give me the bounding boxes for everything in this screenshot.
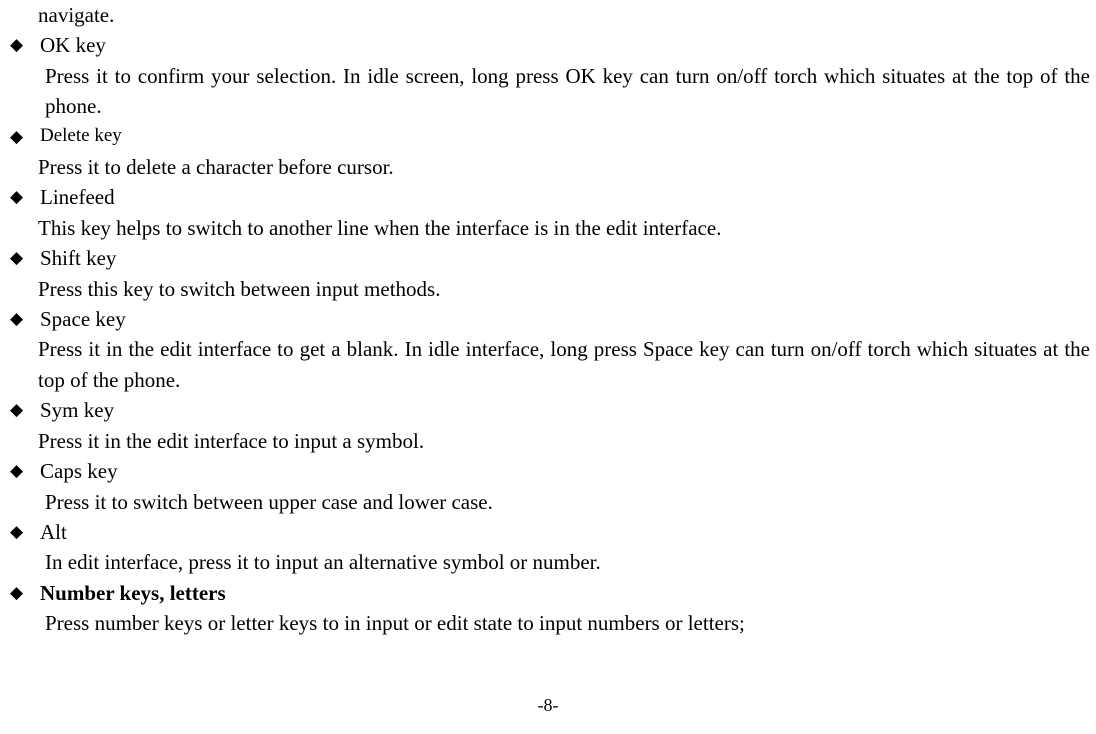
- diamond-icon: ◆: [8, 243, 40, 273]
- diamond-icon: ◆: [8, 30, 40, 60]
- bullet-description: Press this key to switch between input m…: [38, 274, 1090, 304]
- bullet-item: ◆OK key: [8, 30, 1092, 60]
- bullet-item: ◆Number keys, letters: [8, 578, 1092, 608]
- bullet-item: ◆Linefeed: [8, 182, 1092, 212]
- bullet-heading: Number keys, letters: [40, 578, 1092, 608]
- diamond-icon: ◆: [8, 395, 40, 425]
- bullet-item: ◆Alt: [8, 517, 1092, 547]
- bullet-description: Press it to delete a character before cu…: [38, 152, 1090, 182]
- bullet-list: ◆OK keyPress it to confirm your selectio…: [8, 30, 1092, 638]
- bullet-heading: Space key: [40, 304, 1092, 334]
- bullet-heading: Alt: [40, 517, 1092, 547]
- bullet-item: ◆Shift key: [8, 243, 1092, 273]
- bullet-heading: Linefeed: [40, 182, 1092, 212]
- bullet-item: ◆Space key: [8, 304, 1092, 334]
- document-page: navigate. ◆OK keyPress it to confirm you…: [0, 0, 1096, 639]
- diamond-icon: ◆: [8, 456, 40, 486]
- bullet-description: This key helps to switch to another line…: [38, 213, 1090, 243]
- diamond-icon: ◆: [8, 182, 40, 212]
- bullet-item: ◆Caps key: [8, 456, 1092, 486]
- page-number: -8-: [0, 692, 1096, 718]
- bullet-heading: Delete key: [40, 122, 1092, 150]
- bullet-heading: Sym key: [40, 395, 1092, 425]
- bullet-description: Press it to switch between upper case an…: [45, 487, 1090, 517]
- bullet-description: Press it to confirm your selection. In i…: [45, 61, 1090, 122]
- diamond-icon: ◆: [8, 578, 40, 608]
- bullet-heading: OK key: [40, 30, 1092, 60]
- diamond-icon: ◆: [8, 122, 40, 152]
- bullet-heading: Caps key: [40, 456, 1092, 486]
- bullet-heading: Shift key: [40, 243, 1092, 273]
- bullet-description: Press number keys or letter keys to in i…: [45, 608, 1090, 638]
- diamond-icon: ◆: [8, 304, 40, 334]
- bullet-item: ◆Sym key: [8, 395, 1092, 425]
- diamond-icon: ◆: [8, 517, 40, 547]
- bullet-item: ◆Delete key: [8, 122, 1092, 152]
- prev-line-fragment: navigate.: [38, 0, 1092, 30]
- bullet-description: Press it in the edit interface to input …: [38, 426, 1090, 456]
- bullet-description: In edit interface, press it to input an …: [45, 547, 1090, 577]
- bullet-description: Press it in the edit interface to get a …: [38, 334, 1090, 395]
